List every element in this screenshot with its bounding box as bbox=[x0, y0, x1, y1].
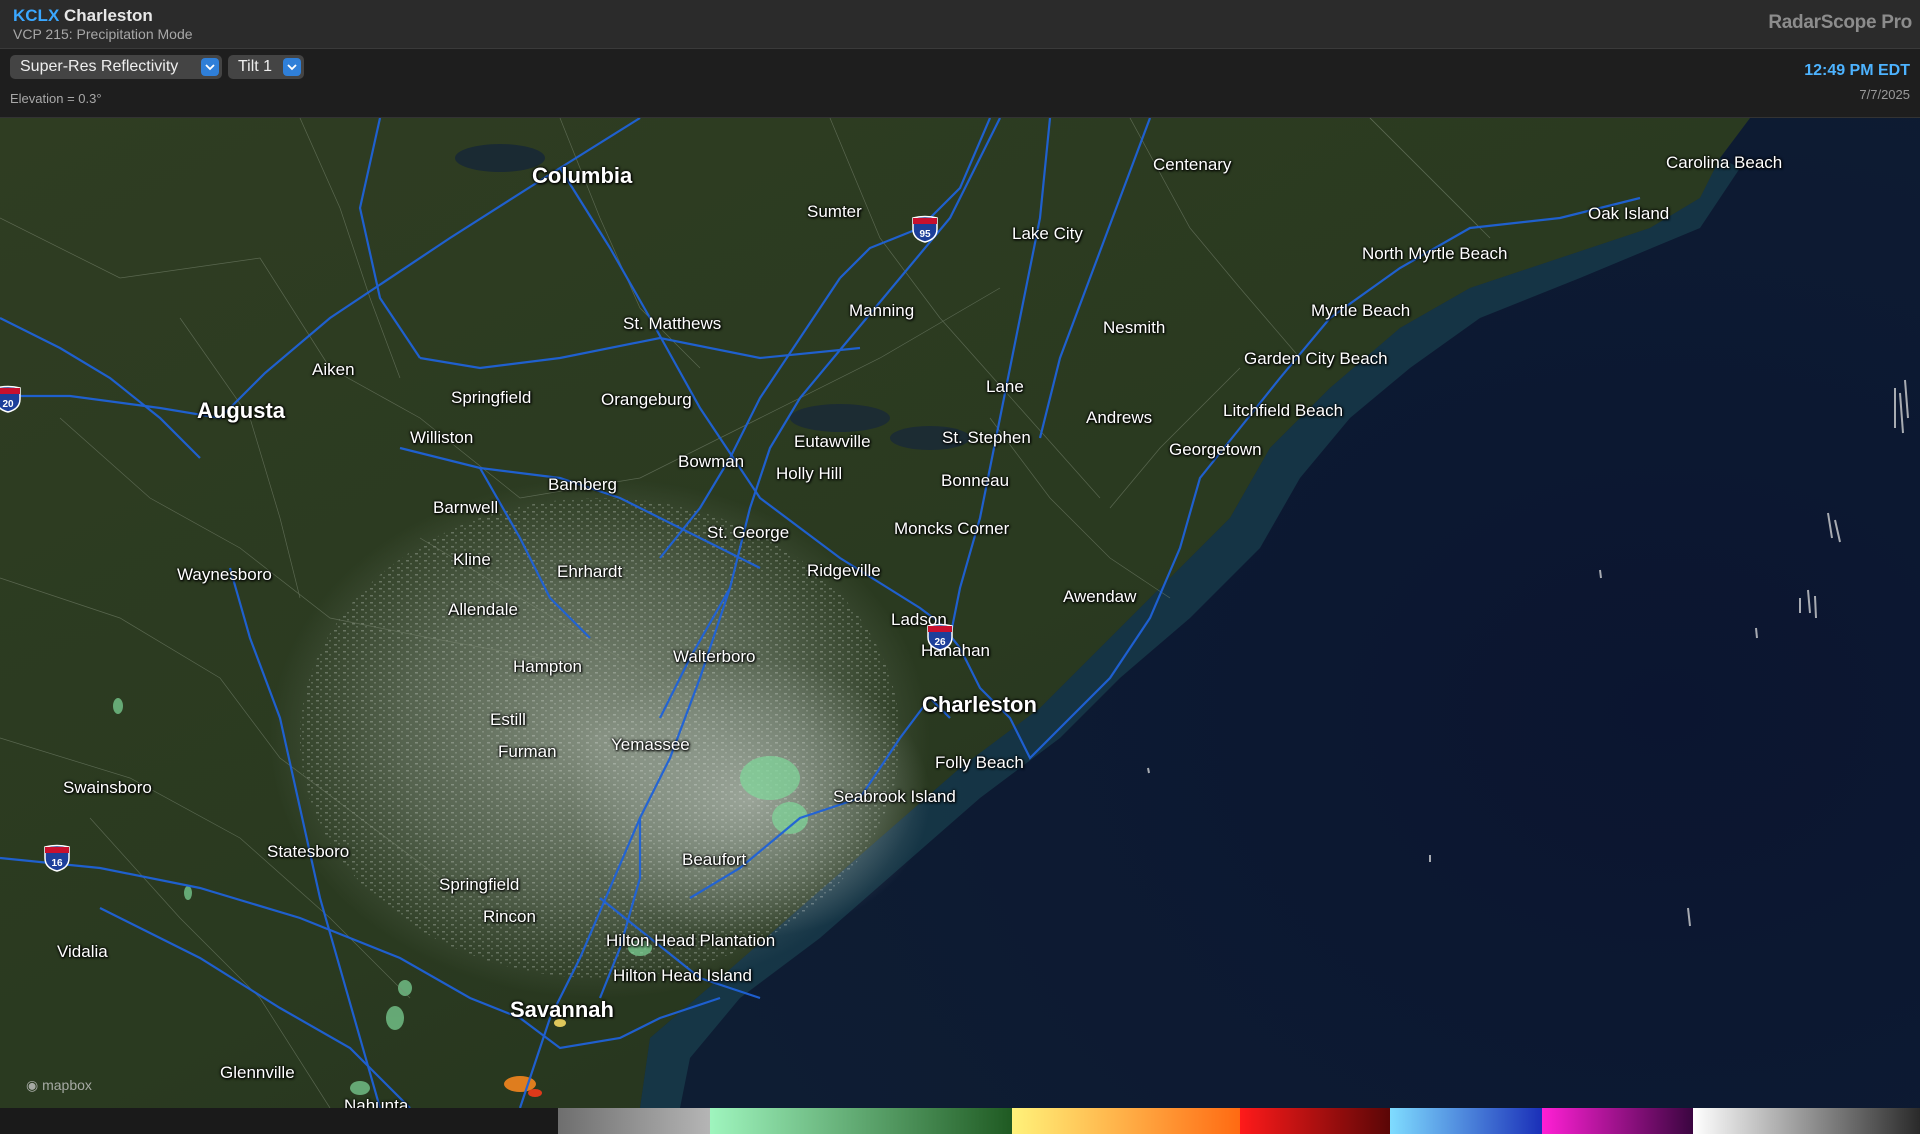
scan-date: 7/7/2025 bbox=[1859, 87, 1910, 102]
tilt-dropdown[interactable]: Tilt 1 bbox=[228, 55, 304, 79]
city-label: Sumter bbox=[807, 202, 862, 221]
city-label: Ehrhardt bbox=[557, 562, 623, 581]
scan-time: 12:49 PM EDT bbox=[1804, 62, 1910, 79]
interstate-shield-icon: 95 bbox=[912, 215, 938, 243]
city-label: Lake City bbox=[1012, 224, 1083, 243]
city-label: Rincon bbox=[483, 907, 536, 926]
map-basemap bbox=[0, 118, 1920, 1108]
city-label: Glennville bbox=[220, 1063, 295, 1082]
city-label: Oak Island bbox=[1588, 204, 1670, 223]
city-label: St. Matthews bbox=[623, 314, 722, 333]
city-label: Manning bbox=[849, 301, 915, 320]
legend-segment bbox=[710, 1108, 1012, 1134]
interstate-shield-icon: 26 bbox=[927, 623, 953, 651]
city-label: Moncks Corner bbox=[894, 519, 1010, 538]
legend-segment bbox=[1390, 1108, 1542, 1134]
city-label: Litchfield Beach bbox=[1223, 401, 1344, 420]
legend-segment bbox=[1012, 1108, 1240, 1134]
city-label: Andrews bbox=[1086, 408, 1153, 427]
city-label: Bamberg bbox=[548, 475, 617, 494]
vcp-mode: VCP 215: Precipitation Mode bbox=[13, 26, 193, 42]
city-label: Barnwell bbox=[433, 498, 499, 517]
chevron-down-icon[interactable] bbox=[283, 58, 301, 76]
color-legend bbox=[0, 1108, 1920, 1134]
station-name: Charleston bbox=[64, 6, 153, 25]
tilt-label: Tilt 1 bbox=[238, 58, 273, 75]
city-label: Hilton Head Island bbox=[613, 966, 752, 985]
city-label: Centenary bbox=[1153, 155, 1232, 174]
city-label: Hilton Head Plantation bbox=[606, 931, 776, 950]
city-label: Nesmith bbox=[1103, 318, 1166, 337]
legend-segment bbox=[1240, 1108, 1390, 1134]
city-label: Bonneau bbox=[941, 471, 1010, 490]
city-label: Allendale bbox=[448, 600, 518, 619]
city-label: Springfield bbox=[439, 875, 520, 894]
city-label: Williston bbox=[410, 428, 474, 447]
city-label: Eutawville bbox=[794, 432, 871, 451]
city-label: Holly Hill bbox=[776, 464, 843, 483]
city-label: Nahunta bbox=[344, 1096, 409, 1108]
city-label: Estill bbox=[490, 710, 526, 729]
city-label: Myrtle Beach bbox=[1311, 301, 1411, 320]
title-bar: KCLX Charleston VCP 215: Precipitation M… bbox=[0, 0, 1920, 49]
chevron-down-icon[interactable] bbox=[201, 58, 219, 76]
city-label: Furman bbox=[498, 742, 557, 761]
city-label: Folly Beach bbox=[935, 753, 1024, 772]
shield-number: 16 bbox=[51, 858, 63, 869]
mapbox-label: mapbox bbox=[42, 1077, 92, 1093]
city-label: Vidalia bbox=[57, 942, 108, 961]
mapbox-logo-icon: ◉ bbox=[26, 1077, 39, 1093]
station-title: KCLX Charleston bbox=[13, 6, 153, 26]
product-dropdown[interactable]: Super-Res Reflectivity bbox=[10, 55, 222, 79]
interstate-shield-icon: 20 bbox=[0, 385, 21, 413]
city-label: Yemassee bbox=[611, 735, 690, 754]
city-label: Orangeburg bbox=[601, 390, 692, 409]
city-label: Lane bbox=[986, 377, 1024, 396]
city-label: Charleston bbox=[922, 692, 1037, 717]
city-label: Georgetown bbox=[1169, 440, 1262, 459]
mapbox-attribution[interactable]: ◉ mapbox bbox=[26, 1077, 92, 1094]
city-label: Walterboro bbox=[673, 647, 756, 666]
city-label: Kline bbox=[453, 550, 491, 569]
product-label: Super-Res Reflectivity bbox=[20, 58, 179, 75]
city-label: St. George bbox=[707, 523, 790, 542]
city-label: Hampton bbox=[513, 657, 582, 676]
city-label: Swainsboro bbox=[63, 778, 152, 797]
city-label: Statesboro bbox=[267, 842, 350, 861]
legend-segment bbox=[1542, 1108, 1693, 1134]
city-label: Waynesboro bbox=[177, 565, 272, 584]
shield-number: 95 bbox=[919, 229, 931, 240]
brand-logo: RadarScope Pro bbox=[1768, 12, 1912, 33]
city-label: Augusta bbox=[197, 398, 285, 423]
lake bbox=[790, 404, 890, 432]
legend-segment bbox=[1693, 1108, 1920, 1134]
shield-number: 26 bbox=[934, 637, 946, 648]
station-code: KCLX bbox=[13, 6, 60, 25]
city-label: Seabrook Island bbox=[833, 787, 956, 806]
elevation-readout: Elevation = 0.3° bbox=[10, 91, 102, 106]
legend-segment bbox=[558, 1108, 710, 1134]
city-label: Garden City Beach bbox=[1244, 349, 1388, 368]
city-label: Bowman bbox=[678, 452, 745, 471]
toolbar: Super-Res Reflectivity Tilt 1 Elevation … bbox=[0, 49, 1920, 118]
city-label: Aiken bbox=[312, 360, 355, 379]
city-label: Ridgeville bbox=[807, 561, 881, 580]
city-label: Carolina Beach bbox=[1666, 153, 1783, 172]
city-label: North Myrtle Beach bbox=[1362, 244, 1508, 263]
radar-map[interactable]: Columbia Sumter Centenary Carolina Beach… bbox=[0, 118, 1920, 1108]
city-label: Savannah bbox=[510, 997, 614, 1022]
city-label: Beaufort bbox=[682, 850, 747, 869]
city-label: Columbia bbox=[532, 163, 633, 188]
city-label: Awendaw bbox=[1063, 587, 1137, 606]
city-label: Springfield bbox=[451, 388, 532, 407]
city-label: St. Stephen bbox=[942, 428, 1031, 447]
interstate-shield-icon: 16 bbox=[44, 844, 70, 872]
shield-number: 20 bbox=[2, 399, 14, 410]
